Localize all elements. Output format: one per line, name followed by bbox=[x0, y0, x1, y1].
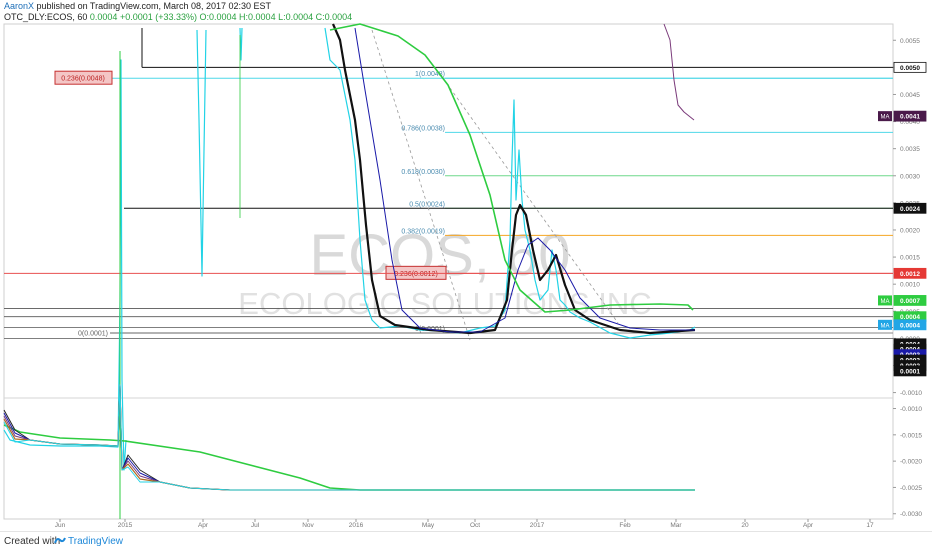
watermark-company: ECOLOGIC SOLUTIONS INC bbox=[238, 286, 651, 321]
fib-level-label: 0.618(0.0030) bbox=[401, 169, 445, 176]
price-label-text: 0.0007 bbox=[900, 298, 920, 305]
tradingview-brand[interactable]: TradingView bbox=[68, 536, 123, 547]
footer-bar: Created with TradingView bbox=[0, 531, 932, 551]
y-axis-tick-label: 0.0015 bbox=[900, 255, 920, 262]
price-axis-label: 0.0001 bbox=[893, 365, 927, 377]
price-tag-text: MA bbox=[881, 323, 890, 329]
price-axis-label: 0.0012 bbox=[893, 267, 927, 279]
indicator-axis-tick-label: -0.0020 bbox=[900, 459, 922, 466]
x-axis-tick-label: 2016 bbox=[349, 522, 364, 529]
y-axis-tick-label: -0.0010 bbox=[900, 390, 922, 397]
price-label-text: 0.0024 bbox=[900, 206, 920, 213]
x-axis-tick-label: Feb bbox=[619, 522, 631, 529]
x-axis-tick-label: 2017 bbox=[530, 522, 545, 529]
x-axis-tick-label: 17 bbox=[866, 522, 874, 529]
created-with-text: Created with bbox=[4, 536, 61, 547]
fib-level-label: 0.786(0.0038) bbox=[401, 125, 445, 132]
x-axis-tick-label: Nov bbox=[302, 522, 314, 529]
fib-level-label: 0.236(0.0048) bbox=[61, 76, 105, 83]
price-label-text: 0.0012 bbox=[900, 271, 920, 278]
x-axis-tick-label: Oct bbox=[470, 522, 480, 529]
x-axis-tick-label: Jul bbox=[251, 522, 260, 529]
fib-level-label: 0.5(0.0024) bbox=[409, 201, 445, 208]
fib-level-label: 0(0.0001) bbox=[78, 330, 108, 337]
price-label-text: 0.0001 bbox=[900, 368, 920, 375]
y-axis-tick-label: 0.0030 bbox=[900, 173, 920, 180]
x-axis-tick-label: 2015 bbox=[118, 522, 133, 529]
x-axis-tick-label: 20 bbox=[741, 522, 749, 529]
y-axis-tick-label: 0.0035 bbox=[900, 146, 920, 153]
price-label-text: 0.0050 bbox=[900, 65, 920, 72]
price-label-text: 0.0004 bbox=[900, 322, 920, 329]
indicator-axis-tick-label: -0.0010 bbox=[900, 406, 922, 413]
price-tag-text: MA bbox=[881, 299, 890, 305]
y-axis-tick-label: 0.0020 bbox=[900, 227, 920, 234]
price-axis-label: 0.0024 bbox=[893, 202, 927, 214]
price-axis-label: MA 0.0041 bbox=[878, 110, 927, 122]
price-axis-label: MA 0.0004 bbox=[878, 319, 927, 331]
x-axis-tick-label: May bbox=[422, 522, 435, 529]
x-axis-tick-label: Jun bbox=[55, 522, 66, 529]
y-axis-tick-label: 0.0055 bbox=[900, 38, 920, 45]
indicator-axis-tick-label: -0.0030 bbox=[900, 511, 922, 518]
indicator-axis-tick-label: -0.0015 bbox=[900, 432, 922, 439]
y-axis-tick-label: 0.0045 bbox=[900, 92, 920, 99]
tradingview-logo-icon bbox=[54, 537, 66, 544]
price-axis-label: MA 0.0007 bbox=[878, 295, 927, 306]
x-axis-tick-label: Mar bbox=[670, 522, 682, 529]
price-axis-label: 0.0050 bbox=[893, 61, 927, 73]
y-axis-tick-label: 0.0010 bbox=[900, 282, 920, 289]
price-chart[interactable]: ECOS, 60ECOLOGIC SOLUTIONS INC0.00550.00… bbox=[0, 0, 932, 531]
price-label-text: 0.0041 bbox=[900, 114, 920, 121]
fib-level-label: 0.236(0.0012) bbox=[394, 271, 438, 278]
fib-level-label: 0.382(0.0019) bbox=[401, 228, 445, 235]
x-axis-tick-label: Apr bbox=[198, 522, 209, 529]
price-tag-text: MA bbox=[881, 115, 890, 121]
indicator-axis-tick-label: -0.0025 bbox=[900, 485, 922, 492]
x-axis-tick-label: Apr bbox=[803, 522, 814, 529]
